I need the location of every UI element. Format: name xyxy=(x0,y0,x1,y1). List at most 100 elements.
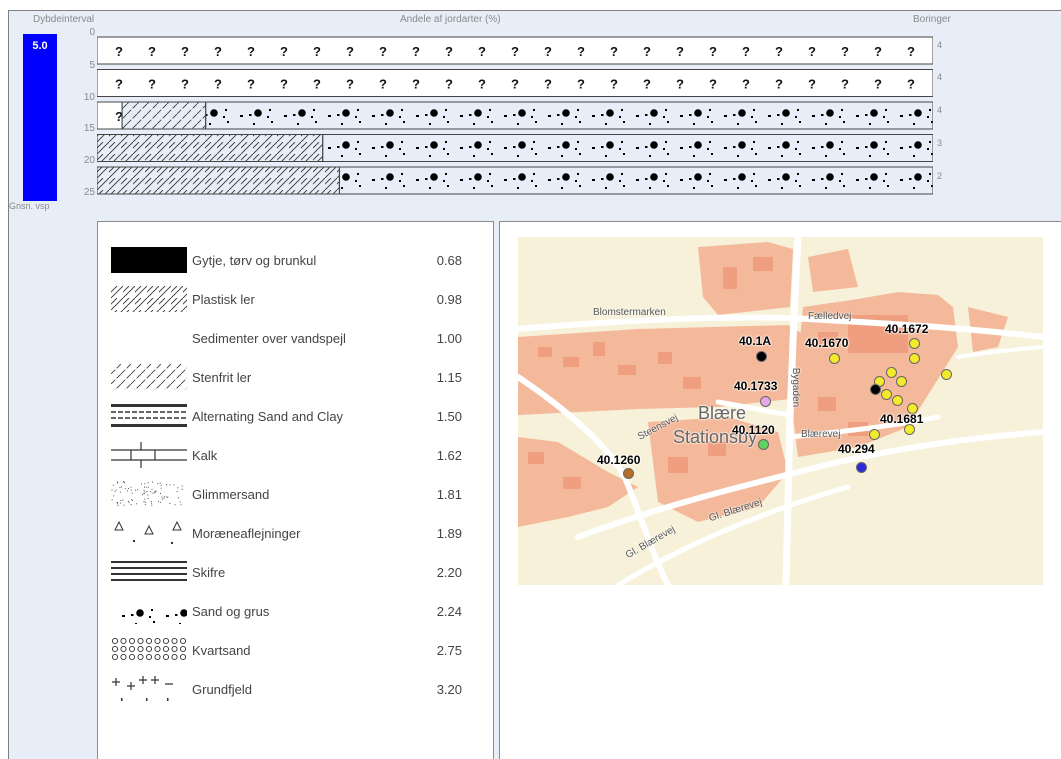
glimmersand-dot xyxy=(115,489,117,491)
kvartsand-circle xyxy=(128,645,136,653)
legend-value: 1.81 xyxy=(436,487,462,502)
borehole-point-yellow[interactable] xyxy=(881,389,892,400)
average-label: Gnsn. vsp xyxy=(9,201,50,211)
glimmersand-dot xyxy=(179,501,181,503)
average-value: 5.0 xyxy=(32,40,48,52)
unknown-marker: ? xyxy=(643,77,651,92)
street-label: Blærevej xyxy=(801,429,841,440)
borehole-point-green[interactable] xyxy=(758,439,769,450)
legend-value: 1.89 xyxy=(436,526,462,541)
borehole-point-yellow[interactable] xyxy=(909,338,920,349)
legend-value: 1.00 xyxy=(436,331,462,346)
kvartsand-circle xyxy=(111,653,119,661)
borehole-point-pink[interactable] xyxy=(760,396,771,407)
legend-name: Grundfjeld xyxy=(192,682,252,697)
unknown-marker: ? xyxy=(247,44,255,59)
kvartsand-circle xyxy=(162,645,170,653)
glimmersand-dot xyxy=(143,492,145,494)
glimmersand-dot xyxy=(119,502,121,504)
legend-value: 2.24 xyxy=(436,604,462,619)
unknown-marker: ? xyxy=(214,44,222,59)
legend-item-skifre: Skifre 2.20 xyxy=(98,557,493,595)
legend-name: Stenfrit ler xyxy=(192,370,252,385)
glimmersand-dot xyxy=(161,498,163,500)
glimmersand-dot xyxy=(142,494,143,496)
glimmersand-dot xyxy=(147,486,149,488)
unknown-marker: ? xyxy=(181,44,189,59)
unknown-marker: ? xyxy=(214,77,222,92)
unknown-marker: ? xyxy=(115,44,123,59)
borehole-label: 40.1681 xyxy=(880,412,924,426)
legend-item-glimmersand: Glimmersand 1.81 xyxy=(98,479,493,517)
borehole-point-blue[interactable] xyxy=(856,462,867,473)
glimmersand-dot xyxy=(143,501,145,503)
legend-item-sedimenter: Sedimenter over vandspejl 1.00 xyxy=(98,323,493,361)
glimmersand-dot xyxy=(137,489,138,491)
borehole-point-yellow[interactable] xyxy=(896,376,907,387)
glimmersand-dot xyxy=(177,487,179,489)
glimmersand-dot xyxy=(119,486,121,488)
borehole-point-yellow[interactable] xyxy=(941,369,952,380)
unknown-marker: ? xyxy=(346,77,354,92)
depth-tick: 0 xyxy=(89,27,95,38)
borehole-point-yellow[interactable] xyxy=(869,429,880,440)
kvartsand-circle xyxy=(162,653,170,661)
unknown-marker: ? xyxy=(445,77,453,92)
legend-item-kvartsand: Kvartsand 2.75 xyxy=(98,635,493,673)
unknown-marker: ? xyxy=(181,77,189,92)
legend-name: Sand og grus xyxy=(192,604,270,619)
profile-segment-sand-og-grus xyxy=(322,134,933,162)
glimmersand-dot xyxy=(140,483,142,485)
glimmersand-dot xyxy=(159,501,161,503)
borehole-point-yellow[interactable] xyxy=(886,367,897,378)
glimmersand-dot xyxy=(160,484,162,486)
legend-value: 0.98 xyxy=(436,292,462,307)
legend-name: Moræneaflejninger xyxy=(192,526,301,541)
glimmersand-dot xyxy=(128,500,129,502)
kvartsand-circle xyxy=(137,637,144,645)
borehole-label: 40.1A xyxy=(739,334,772,348)
depth-tick: 10 xyxy=(83,92,95,103)
kvartsand-circle xyxy=(137,653,144,661)
glimmersand-dot xyxy=(181,485,183,487)
borehole-point-black[interactable] xyxy=(756,351,767,362)
profile-segment-plastisk-ler xyxy=(97,166,340,195)
boreholes-header: Boringer xyxy=(913,14,951,25)
glimmersand-dot xyxy=(145,486,147,488)
kvartsand-circle xyxy=(120,653,127,661)
borehole-point-brown[interactable] xyxy=(623,468,634,479)
borehole-map[interactable]: Blomstermarken Fælledvej Steensvej Blære… xyxy=(518,237,1043,585)
glimmersand-dot xyxy=(116,502,118,504)
kvartsand-circle xyxy=(111,637,119,645)
glimmersand-dot xyxy=(151,504,153,506)
glimmersand-dot xyxy=(164,496,166,498)
unknown-marker: ? xyxy=(115,77,123,92)
legend-item-sand-og-grus: Sand og grus 2.24 xyxy=(98,596,493,634)
unknown-marker: ? xyxy=(346,44,354,59)
borehole-point-yellow[interactable] xyxy=(892,395,903,406)
unknown-marker: ? xyxy=(676,77,684,92)
unknown-marker: ? xyxy=(379,77,387,92)
kvartsand-circle xyxy=(137,645,144,653)
borehole-count: 4 xyxy=(937,40,943,50)
borehole-point-black[interactable] xyxy=(870,384,881,395)
kvartsand-circle xyxy=(171,653,178,661)
glimmersand-dot xyxy=(152,481,153,483)
kvartsand-circle xyxy=(179,653,187,661)
profile-segment-stenfrit-ler xyxy=(121,101,207,130)
unknown-marker: ? xyxy=(148,44,156,59)
borehole-point-yellow[interactable] xyxy=(909,353,920,364)
depth-tick: 5 xyxy=(89,60,95,71)
borehole-point-yellow[interactable] xyxy=(829,353,840,364)
legend-name: Gytje, tørv og brunkul xyxy=(192,253,317,268)
legend-name: Sedimenter over vandspejl xyxy=(192,331,346,346)
glimmersand-dot xyxy=(178,497,180,499)
glimmersand-dot xyxy=(167,496,169,498)
kvartsand-circle xyxy=(179,637,187,645)
glimmersand-dot xyxy=(159,482,161,484)
legend-value: 1.50 xyxy=(436,409,462,424)
soil-shares-header: Andele af jordarter (%) xyxy=(400,14,501,25)
glimmersand-dot xyxy=(144,501,146,503)
glimmersand-dot xyxy=(173,484,175,486)
depth-tick: 25 xyxy=(83,187,95,198)
